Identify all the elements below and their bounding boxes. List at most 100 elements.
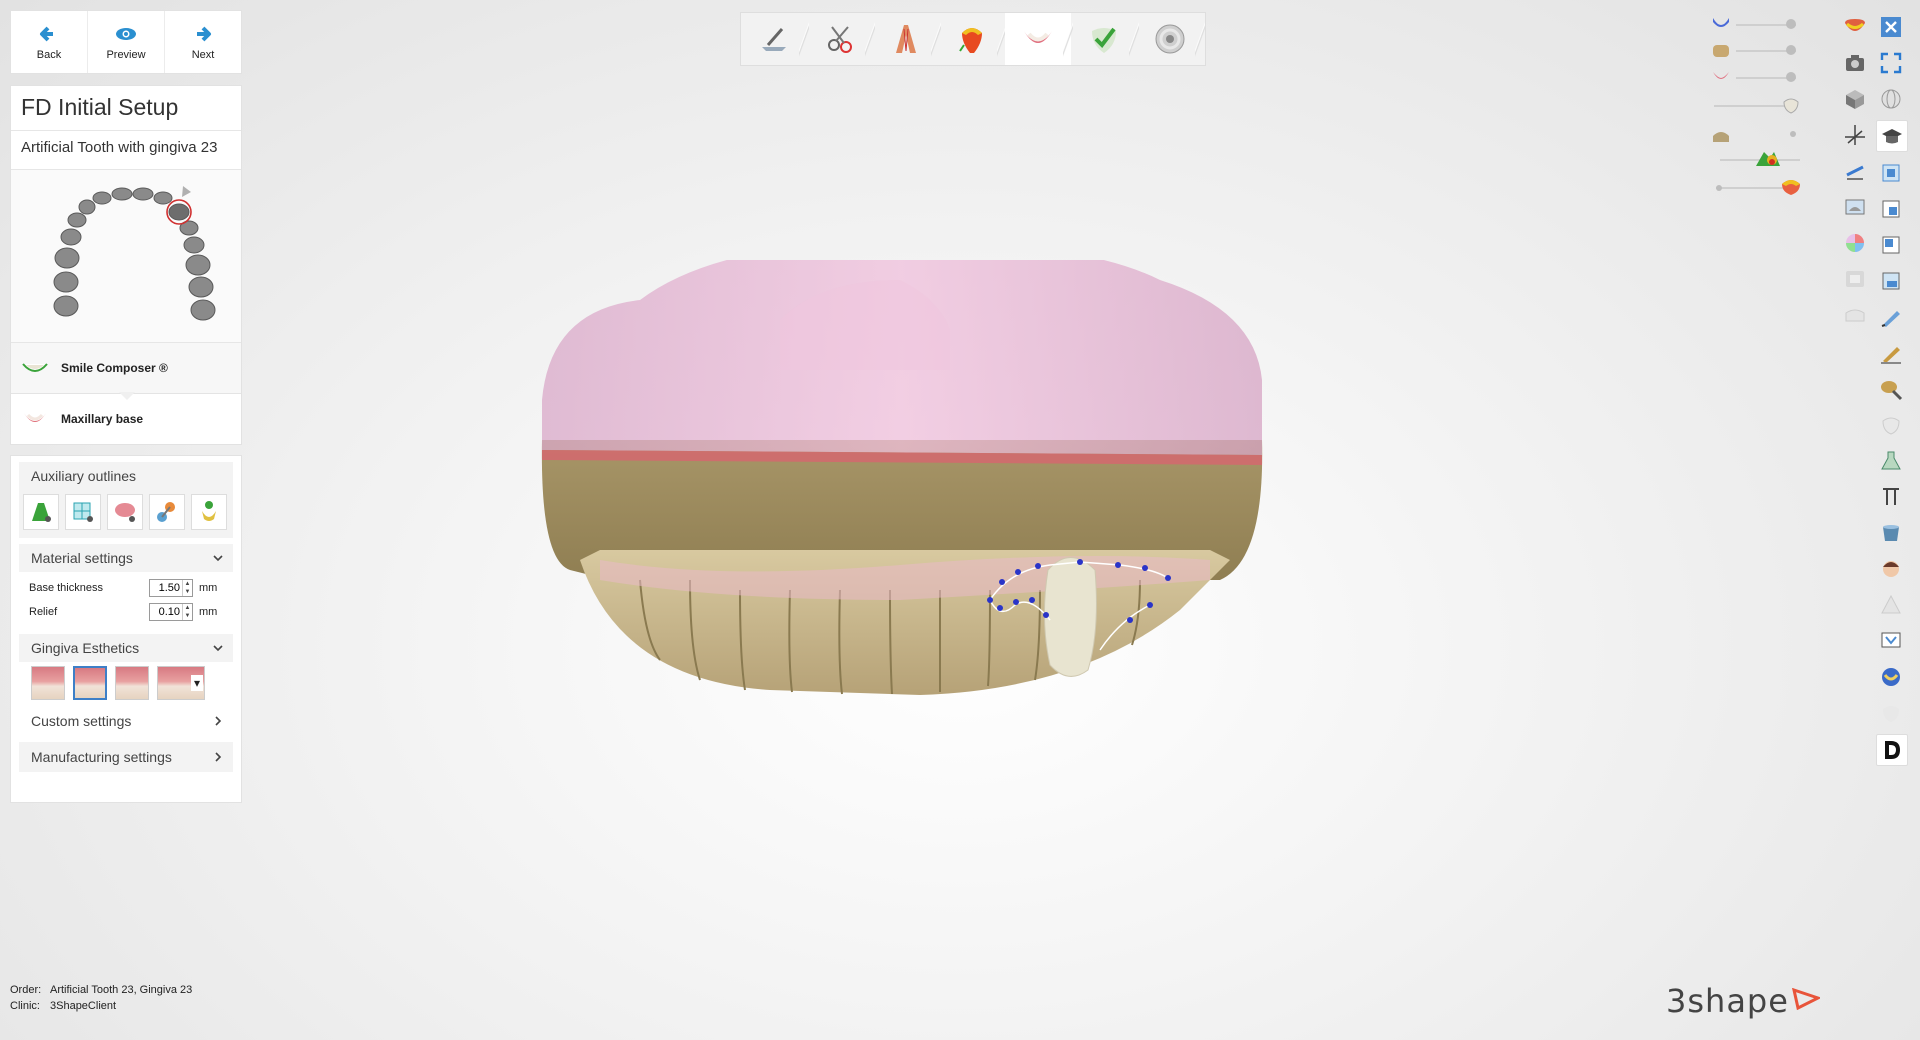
brand-logo: 3shape (1666, 982, 1789, 1020)
back-button[interactable]: Back (11, 11, 88, 73)
view-top-icon (1882, 236, 1900, 254)
tooth-light-icon (1883, 706, 1899, 722)
cube-button[interactable] (1840, 84, 1870, 114)
back-label: Back (36, 49, 62, 61)
model-button[interactable] (1840, 300, 1870, 330)
triangle-button[interactable] (1876, 590, 1906, 620)
view-top-button[interactable] (1876, 230, 1906, 260)
face-icon (1883, 561, 1899, 577)
upper-jaw-icon (1713, 18, 1729, 27)
spin-arrows-icon[interactable]: ▲ ▼ (182, 604, 192, 620)
base-thickness-input[interactable] (150, 582, 182, 594)
triangle-icon (1881, 594, 1901, 614)
view-back-button[interactable] (1876, 194, 1906, 224)
workflow-step-tooth-color[interactable] (939, 13, 1007, 65)
gingiva-preset-3[interactable] (115, 666, 149, 700)
step-maxillary-base[interactable]: Maxillary base (11, 394, 241, 444)
view-back-icon (1882, 200, 1900, 218)
spin-arrows-icon[interactable]: ▲ ▼ (182, 580, 192, 596)
face-button[interactable] (1876, 554, 1906, 584)
manufacturing-settings-link[interactable]: Manufacturing settings (19, 742, 233, 772)
lower-jaw-slider[interactable] (1736, 43, 1796, 59)
step-label: Maxillary base (61, 412, 144, 426)
bracket-button[interactable] (1876, 482, 1906, 512)
model-layer-slider[interactable] (1736, 126, 1796, 142)
clinic-value: 3ShapeClient (50, 1000, 117, 1012)
3d-viewport[interactable] (520, 241, 1300, 710)
clasp-outline-icon (157, 502, 175, 522)
smile-colored-button[interactable] (1840, 12, 1870, 42)
next-button[interactable]: Next (165, 11, 241, 73)
globe-button[interactable] (1876, 84, 1906, 114)
model-layer-icon (1713, 132, 1729, 142)
palate-outline-tool[interactable] (107, 494, 143, 530)
chevron-down-icon (213, 645, 223, 652)
pen-gold-button[interactable] (1876, 338, 1906, 368)
fullscreen-button[interactable] (1876, 48, 1906, 78)
custom-settings-link[interactable]: Custom settings (19, 706, 233, 736)
relief-row: Relief ▲▼ mm (19, 600, 233, 624)
grid-outline-icon (73, 502, 93, 522)
gingiva-preset-1[interactable] (31, 666, 65, 700)
camera-button[interactable] (1840, 48, 1870, 78)
brush-button[interactable] (1876, 374, 1906, 404)
close-button[interactable] (1876, 12, 1906, 42)
cube-icon (1846, 90, 1864, 109)
model-icon (1845, 309, 1865, 322)
workflow-step-arch[interactable] (873, 13, 941, 65)
tooth-gray-button[interactable] (1876, 410, 1906, 440)
step-smile-composer[interactable]: Smile Composer ® (11, 343, 241, 393)
material-settings-header[interactable]: Material settings (19, 544, 233, 572)
label-button[interactable] (1840, 264, 1870, 294)
tooth-outline-tool[interactable] (191, 494, 227, 530)
hat-button[interactable] (1876, 120, 1908, 152)
relief-input[interactable] (150, 606, 182, 618)
workflow-step-model-tools[interactable] (807, 13, 875, 65)
denture-model (541, 241, 1263, 695)
step-label: Smile Composer ® (61, 361, 168, 375)
view-left-button[interactable] (1840, 192, 1870, 222)
settings-panel: Auxiliary outlines Material settings Bas… (10, 455, 242, 803)
workflow-step-check[interactable] (1071, 13, 1139, 65)
maxillary-base-icon (24, 413, 46, 422)
upper-jaw-slider[interactable] (1736, 17, 1796, 33)
d-button[interactable] (1876, 734, 1908, 766)
tooth-layer-slider[interactable] (1714, 98, 1790, 114)
grid-outline-tool[interactable] (65, 494, 101, 530)
d-icon (1885, 741, 1900, 759)
workflow-step-scan-prep[interactable] (741, 13, 809, 65)
gingiva-preset-2[interactable] (73, 666, 107, 700)
axis-button[interactable] (1840, 120, 1870, 150)
flask-button[interactable] (1876, 446, 1906, 476)
view-front-button[interactable] (1876, 158, 1906, 188)
cup-button[interactable] (1876, 518, 1906, 548)
workflow-step-gingiva[interactable] (1005, 13, 1073, 65)
model-tools-icon (828, 26, 852, 53)
gingiva-esthetics-header[interactable]: Gingiva Esthetics (19, 634, 233, 662)
preview-button[interactable]: Preview (88, 11, 165, 73)
relief-stepper[interactable]: ▲▼ (149, 603, 193, 621)
teeth-blue-button[interactable] (1876, 662, 1906, 692)
monitor-icon (1881, 632, 1901, 648)
pen-button[interactable] (1876, 302, 1906, 332)
smile-colored-icon (1845, 19, 1865, 31)
tooth-light-button[interactable] (1876, 698, 1906, 728)
gingiva-preset-dropdown[interactable] (157, 666, 205, 700)
manufacturing-settings-section: Manufacturing settings (19, 742, 233, 772)
monitor-button[interactable] (1876, 626, 1906, 656)
clasp-outline-tool[interactable] (149, 494, 185, 530)
tooth-outline-icon (202, 501, 216, 521)
base-thickness-stepper[interactable]: ▲▼ (149, 579, 193, 597)
teeth-blue-icon (1882, 668, 1900, 686)
tooth-chart[interactable] (11, 170, 241, 343)
workflow-step-export[interactable] (1137, 13, 1205, 65)
measure-button[interactable] (1840, 156, 1870, 186)
chevron-down-icon (213, 555, 223, 562)
smile-composer-icon (22, 363, 48, 372)
gingiva-layer-slider[interactable] (1736, 70, 1796, 86)
color-wheel-button[interactable] (1840, 228, 1870, 258)
gingiva-esthetics-section: Gingiva Esthetics Custom settings (19, 634, 233, 736)
material-settings-section: Material settings Base thickness ▲▼ mm R… (19, 544, 233, 628)
gingiva-outline-tool[interactable] (23, 494, 59, 530)
view-bottom-button[interactable] (1876, 266, 1906, 296)
